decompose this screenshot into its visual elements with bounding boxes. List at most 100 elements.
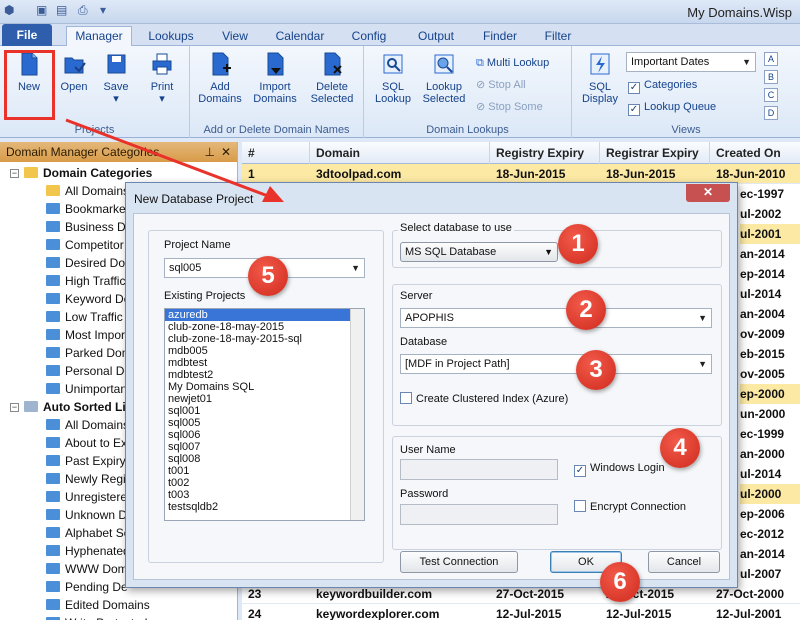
dialog-close-button[interactable]: ✕ (686, 184, 730, 202)
database-type-dropdown[interactable]: MS SQL Database ▼ (400, 242, 558, 262)
save-button[interactable]: Save ▾ (96, 50, 136, 105)
tree-section-label: Auto Sorted Lis (43, 400, 133, 414)
open-button[interactable]: Open (54, 50, 94, 93)
tree-item[interactable]: Past Expiry D (46, 452, 138, 470)
project-list-item[interactable]: mdbtest2 (165, 369, 364, 381)
tree-collapse-icon[interactable]: − (10, 169, 19, 178)
add-domains-button[interactable]: Add Domains (194, 50, 246, 105)
tree-item[interactable]: All Domains (46, 182, 129, 200)
column-created-on[interactable]: Created On (710, 142, 800, 164)
tree-item[interactable]: Business Do (46, 218, 132, 236)
column-number[interactable]: # (242, 142, 310, 164)
tab-output[interactable]: Output (408, 27, 464, 46)
project-list-item[interactable]: sql006 (165, 429, 364, 441)
sql-display-button[interactable]: SQL Display (580, 50, 620, 105)
sql-lookup-button[interactable]: SQL Lookup (368, 50, 418, 105)
tree-item[interactable]: Unimportan (46, 380, 127, 398)
project-list-item[interactable]: newjet01 (165, 393, 364, 405)
clustered-index-checkbox[interactable]: Create Clustered Index (Azure) (400, 392, 568, 405)
table-row[interactable]: 1 3dtoolpad.com 18-Jun-2015 18-Jun-2015 18-J… (242, 164, 800, 184)
tree-section[interactable]: Auto Sorted Lis (24, 398, 132, 416)
password-input[interactable] (400, 504, 558, 525)
project-list-item[interactable]: mdb005 (165, 345, 364, 357)
column-registrar-expiry[interactable]: Registrar Expiry (600, 142, 710, 164)
tree-item[interactable]: Edited Domains (46, 596, 150, 614)
delete-selected-button[interactable]: Delete Selected (304, 50, 360, 105)
tree-item[interactable]: Pending De (46, 578, 128, 596)
username-input[interactable] (400, 459, 558, 480)
tree-item[interactable]: All Domains (46, 416, 129, 434)
table-row[interactable]: 24 keywordexplorer.com 12-Jul-2015 12-Jul-2… (242, 604, 800, 620)
tab-filter[interactable]: Filter (536, 27, 580, 46)
tab-config[interactable]: Config (342, 27, 396, 46)
test-connection-button[interactable]: Test Connection (400, 551, 518, 573)
tab-lookups[interactable]: Lookups (142, 27, 200, 46)
tree-item[interactable]: Unregistered (46, 488, 134, 506)
lookup-queue-checkbox[interactable]: ✓ Lookup Queue (628, 98, 716, 116)
tab-view[interactable]: View (212, 27, 258, 46)
tree-item[interactable]: Low Traffic (46, 308, 123, 326)
tree-item[interactable]: Write Protected (46, 614, 147, 620)
tab-calendar[interactable]: Calendar (268, 27, 332, 46)
column-registry-expiry[interactable]: Registry Expiry (490, 142, 600, 164)
tree-item[interactable]: Hyphenated (46, 542, 130, 560)
print-icon[interactable]: ⎙ (78, 3, 88, 18)
tree-item[interactable]: Bookmarked (46, 200, 132, 218)
project-list-item[interactable]: sql001 (165, 405, 364, 417)
tree-item[interactable]: WWW Dom (46, 560, 128, 578)
cancel-button[interactable]: Cancel (648, 551, 720, 573)
encrypt-connection-checkbox[interactable]: Encrypt Connection (574, 500, 686, 513)
windows-login-checkbox[interactable]: ✓ Windows Login (574, 462, 665, 477)
server-combo[interactable]: APOPHIS ▼ (400, 308, 712, 328)
tree-item[interactable]: Parked Dom (46, 344, 132, 362)
project-list-item[interactable]: t001 (165, 465, 364, 477)
tree-section[interactable]: Domain Categories (24, 164, 152, 182)
project-list-item[interactable]: mdbtest (165, 357, 364, 369)
tree-item[interactable]: Personal Do (46, 362, 131, 380)
project-list-item[interactable]: club-zone-18-may-2015 (165, 321, 364, 333)
stop-all-button[interactable]: ⊘ Stop All (476, 76, 526, 94)
tree-item[interactable]: Alphabet So (46, 524, 130, 542)
important-dates-dropdown[interactable]: Important Dates ▼ (626, 52, 756, 72)
project-list-item[interactable]: sql005 (165, 417, 364, 429)
close-icon[interactable]: ✕ (221, 142, 231, 162)
project-list-item[interactable]: azuredb (165, 309, 364, 321)
save-all-icon[interactable]: ▤ (56, 3, 67, 17)
tree-item[interactable]: Keyword Do (46, 290, 130, 308)
project-list-item[interactable]: sql008 (165, 453, 364, 465)
tree-collapse-icon[interactable]: − (10, 403, 19, 412)
existing-projects-list[interactable]: azuredb club-zone-18-may-2015 club-zone-18… (164, 308, 365, 521)
project-list-item[interactable]: t003 (165, 489, 364, 501)
view-a-button[interactable]: A (764, 52, 778, 66)
tree-item[interactable]: High Traffic (46, 272, 125, 290)
tree-item[interactable]: Desired Dom (46, 254, 135, 272)
project-list-item[interactable]: t002 (165, 477, 364, 489)
project-list-item[interactable]: sql007 (165, 441, 364, 453)
column-domain[interactable]: Domain (310, 142, 490, 164)
database-combo[interactable]: [MDF in Project Path] ▼ (400, 354, 712, 374)
tree-item[interactable]: Unknown D (46, 506, 127, 524)
tree-item[interactable]: About to Exp (46, 434, 134, 452)
save-icon[interactable]: ▣ (36, 3, 47, 17)
file-tab[interactable]: File (2, 24, 52, 46)
customize-icon[interactable]: ▾ (100, 3, 106, 17)
project-list-item[interactable]: My Domains SQL (165, 381, 364, 393)
categories-checkbox[interactable]: ✓ Categories (628, 76, 697, 94)
list-scrollbar[interactable] (350, 309, 364, 520)
view-b-button[interactable]: B (764, 70, 778, 84)
tree-item[interactable]: Newly Regis (46, 470, 132, 488)
stop-some-button[interactable]: ⊘ Stop Some (476, 98, 543, 116)
project-list-item[interactable]: club-zone-18-may-2015-sql (165, 333, 364, 345)
import-domains-button[interactable]: Import Domains (248, 50, 302, 105)
view-d-button[interactable]: D (764, 106, 778, 120)
tree-item[interactable]: Competitor (46, 236, 124, 254)
lookup-selected-button[interactable]: Lookup Selected (418, 50, 470, 105)
tree-item[interactable]: Most Impor (46, 326, 125, 344)
tab-finder[interactable]: Finder (474, 27, 526, 46)
pin-icon[interactable]: ⊥ (205, 142, 215, 162)
view-c-button[interactable]: C (764, 88, 778, 102)
multi-lookup-button[interactable]: ⧉ Multi Lookup (476, 54, 549, 72)
project-list-item[interactable]: testsqldb2 (165, 501, 364, 513)
print-button[interactable]: Print ▾ (142, 50, 182, 105)
tab-manager[interactable]: Manager (66, 26, 132, 47)
